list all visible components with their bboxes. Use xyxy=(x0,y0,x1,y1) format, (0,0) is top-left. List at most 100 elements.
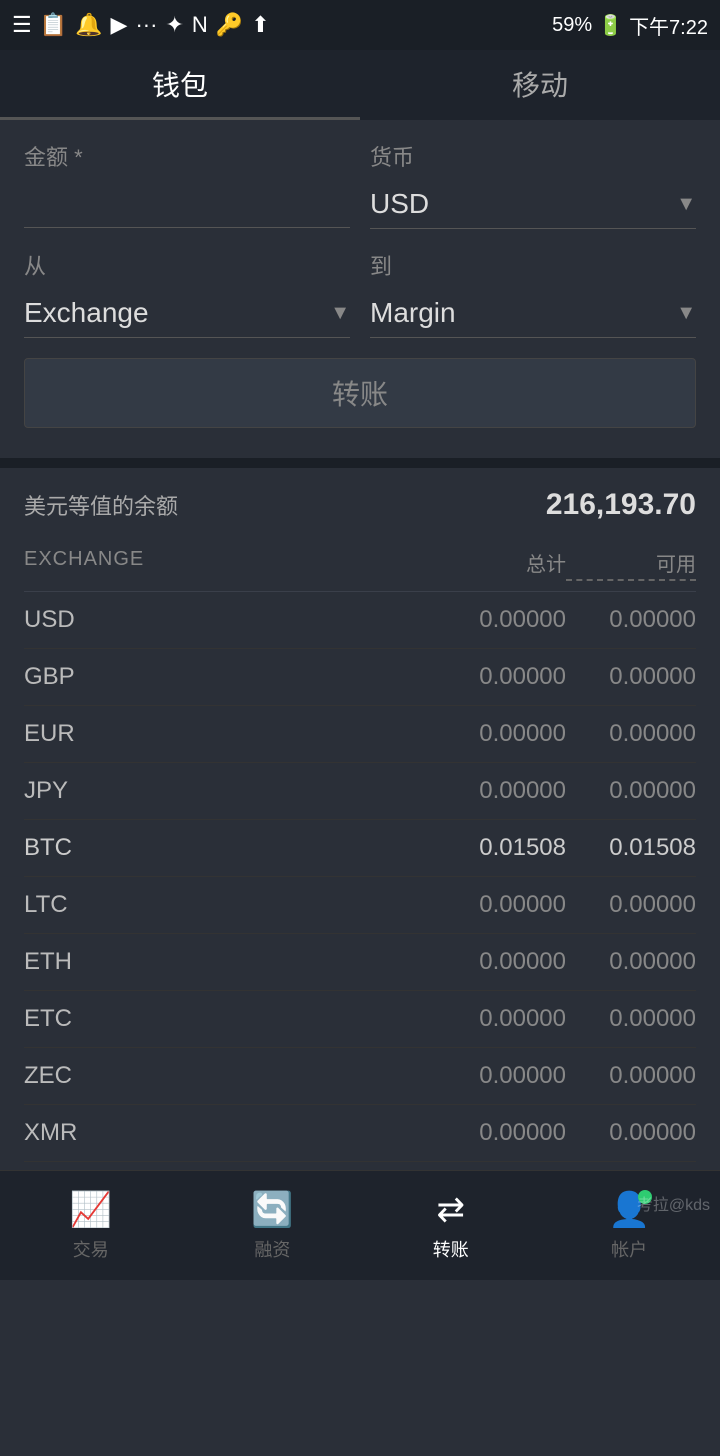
currency-available: 0.01508 xyxy=(566,834,696,862)
to-dropdown-arrow: ▼ xyxy=(676,302,696,325)
to-group: 到 Margin ▼ xyxy=(370,249,696,338)
table-row: USD 0.00000 0.00000 xyxy=(24,592,696,649)
currency-total: 0.00000 xyxy=(436,606,566,634)
to-select[interactable]: Margin ▼ xyxy=(370,289,696,338)
currency-name: ETC xyxy=(24,1005,124,1033)
balance-label: 美元等值的余额 xyxy=(24,489,178,521)
currency-available: 0.00000 xyxy=(566,1062,696,1090)
transfer-form: 金额 * 货币 USD ▼ 从 Exchange ▼ 到 Margin ▼ xyxy=(0,120,720,458)
currency-total: 0.00000 xyxy=(436,1005,566,1033)
table-row: ZEC 0.00000 0.00000 xyxy=(24,1048,696,1105)
section-divider xyxy=(0,458,720,468)
currency-available: 0.00000 xyxy=(566,1119,696,1147)
menu-icon: ☰ xyxy=(12,12,32,38)
currency-name: LTC xyxy=(24,891,124,919)
from-group: 从 Exchange ▼ xyxy=(24,249,350,338)
amount-group: 金额 * xyxy=(24,140,350,229)
table-row: JPY 0.00000 0.00000 xyxy=(24,763,696,820)
currency-available: 0.00000 xyxy=(566,606,696,634)
currency-total: 0.00000 xyxy=(436,663,566,691)
balance-value: 216,193.70 xyxy=(546,488,696,522)
currency-name: ETH xyxy=(24,948,124,976)
table-row: ETH 0.00000 0.00000 xyxy=(24,934,696,991)
currency-name: GBP xyxy=(24,663,124,691)
table-row: BTC 0.01508 0.01508 xyxy=(24,820,696,877)
currency-total: 0.00000 xyxy=(436,1119,566,1147)
bottom-nav: 📈 交易 🔄 融资 ⇄ 转账 👤 帐户 xyxy=(0,1170,720,1280)
nfc-icon: N xyxy=(192,12,208,38)
nav-finance[interactable]: 🔄 融资 xyxy=(251,1190,293,1262)
currency-name: XMR xyxy=(24,1119,124,1147)
from-select[interactable]: Exchange ▼ xyxy=(24,289,350,338)
currency-name: ZEC xyxy=(24,1062,124,1090)
amount-currency-row: 金额 * 货币 USD ▼ xyxy=(24,140,696,229)
bell-icon: 🔔 xyxy=(75,12,102,38)
finance-icon: 🔄 xyxy=(251,1190,293,1230)
currency-total: 0.00000 xyxy=(436,1062,566,1090)
tab-wallet[interactable]: 钱包 xyxy=(0,50,360,120)
from-dropdown-arrow: ▼ xyxy=(330,302,350,325)
currency-available: 0.00000 xyxy=(566,720,696,748)
table-row: XMR 0.00000 0.00000 xyxy=(24,1105,696,1162)
col-available: 可用 xyxy=(566,548,696,581)
table-row: ETC 0.00000 0.00000 xyxy=(24,991,696,1048)
currency-value: USD xyxy=(370,188,429,220)
nav-finance-label: 融资 xyxy=(254,1236,290,1262)
currency-available: 0.00000 xyxy=(566,777,696,805)
currency-group: 货币 USD ▼ xyxy=(370,140,696,229)
transfer-icon: ⇄ xyxy=(437,1190,466,1230)
currency-total: 0.00000 xyxy=(436,777,566,805)
from-to-row: 从 Exchange ▼ 到 Margin ▼ xyxy=(24,249,696,338)
send-icon: ▶ xyxy=(111,12,128,38)
currency-total: 0.01508 xyxy=(436,834,566,862)
from-value: Exchange xyxy=(24,297,149,329)
currency-name: JPY xyxy=(24,777,124,805)
currency-total: 0.00000 xyxy=(436,720,566,748)
table-row: EUR 0.00000 0.00000 xyxy=(24,706,696,763)
battery-percent: 59% xyxy=(552,14,592,37)
nav-transfer-label: 转账 xyxy=(433,1236,469,1262)
currency-name: BTC xyxy=(24,834,124,862)
currency-available: 0.00000 xyxy=(566,1005,696,1033)
amount-label: 金额 * xyxy=(24,140,350,172)
to-label: 到 xyxy=(370,249,696,281)
status-bar: ☰ 📋 🔔 ▶ ··· ✦ N 🔑 ⬆ 59% 🔋 下午7:22 xyxy=(0,0,720,50)
watermark: 考拉@kds xyxy=(637,1191,710,1215)
currency-name: EUR xyxy=(24,720,124,748)
nav-trade-label: 交易 xyxy=(73,1236,109,1262)
currency-dropdown-arrow: ▼ xyxy=(676,193,696,216)
transfer-button-wrap: 转账 xyxy=(24,358,696,428)
status-icons-right: 59% 🔋 下午7:22 xyxy=(552,11,708,40)
bluetooth-icon: ✦ xyxy=(165,12,183,38)
dots-icon: ··· xyxy=(135,12,157,38)
exchange-section: EXCHANGE 总计 可用 USD 0.00000 0.00000 GBP 0… xyxy=(0,532,720,1276)
key-icon: 🔑 xyxy=(216,12,243,38)
nav-transfer[interactable]: ⇄ 转账 xyxy=(433,1190,469,1262)
nav-account-label: 帐户 xyxy=(611,1236,647,1262)
table-row: GBP 0.00000 0.00000 xyxy=(24,649,696,706)
from-label: 从 xyxy=(24,249,350,281)
currency-available: 0.00000 xyxy=(566,948,696,976)
exchange-table-header: EXCHANGE 总计 可用 xyxy=(24,532,696,592)
transfer-button[interactable]: 转账 xyxy=(24,358,696,428)
currency-available: 0.00000 xyxy=(566,663,696,691)
status-icons-left: ☰ 📋 🔔 ▶ ··· ✦ N 🔑 ⬆ xyxy=(12,12,270,38)
time: 下午7:22 xyxy=(629,11,708,40)
currency-name: USD xyxy=(24,606,124,634)
tab-move[interactable]: 移动 xyxy=(360,50,720,120)
trade-icon: 📈 xyxy=(70,1190,112,1230)
nav-trade[interactable]: 📈 交易 xyxy=(70,1190,112,1262)
currency-total: 0.00000 xyxy=(436,891,566,919)
currency-label: 货币 xyxy=(370,140,696,172)
signal-icon: ⬆ xyxy=(251,12,269,38)
balance-section: 美元等值的余额 216,193.70 xyxy=(0,468,720,532)
currency-available: 0.00000 xyxy=(566,891,696,919)
battery-icon: 🔋 xyxy=(598,13,623,38)
table-row: LTC 0.00000 0.00000 xyxy=(24,877,696,934)
to-value: Margin xyxy=(370,297,456,329)
app-icon: 📋 xyxy=(40,12,67,38)
amount-input[interactable] xyxy=(24,180,350,228)
currency-select[interactable]: USD ▼ xyxy=(370,180,696,229)
top-tabs: 钱包 移动 xyxy=(0,50,720,120)
currency-total: 0.00000 xyxy=(436,948,566,976)
